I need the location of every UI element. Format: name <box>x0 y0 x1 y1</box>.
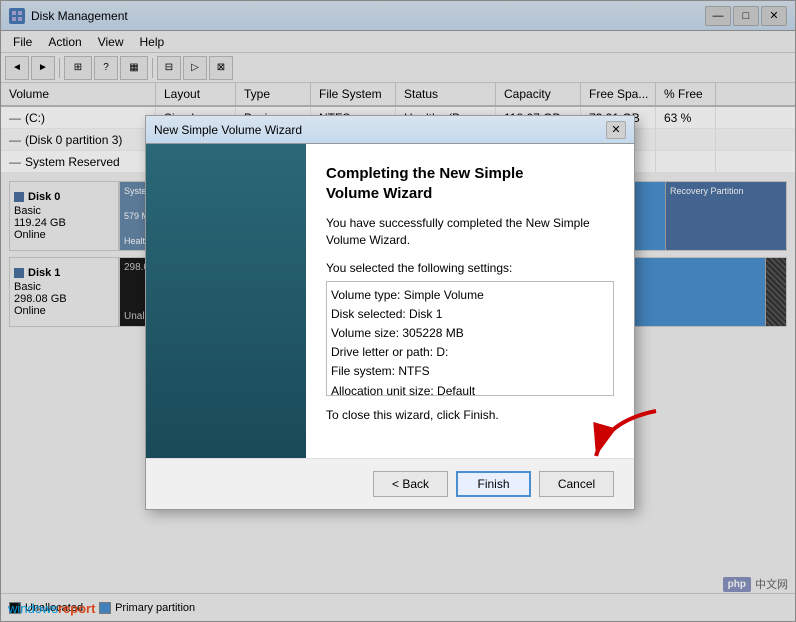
arrow-annotation <box>576 401 666 474</box>
wizard-title-bar: New Simple Volume Wizard ✕ <box>146 116 634 144</box>
wizard-intro: You have successfully completed the New … <box>326 215 614 249</box>
wizard-button-bar: < Back Finish Cancel <box>146 458 634 509</box>
settings-scrollbox[interactable]: Volume type: Simple Volume Disk selected… <box>326 281 614 396</box>
arrow-icon <box>576 401 666 471</box>
wizard-title: New Simple Volume Wizard <box>154 123 606 137</box>
cancel-button[interactable]: Cancel <box>539 471 614 497</box>
back-button[interactable]: < Back <box>373 471 448 497</box>
wizard-left-panel <box>146 144 306 458</box>
wizard-body: Completing the New SimpleVolume Wizard Y… <box>146 144 634 458</box>
finish-button[interactable]: Finish <box>456 471 531 497</box>
finish-instruction: To close this wizard, click Finish. <box>326 408 614 422</box>
wizard-heading: Completing the New SimpleVolume Wizard <box>326 164 614 203</box>
wizard-close-button[interactable]: ✕ <box>606 121 626 139</box>
wizard-dialog: New Simple Volume Wizard ✕ Completing th… <box>145 115 635 510</box>
settings-content: Volume type: Simple Volume Disk selected… <box>331 286 609 396</box>
wizard-settings-label: You selected the following settings: <box>326 261 614 275</box>
